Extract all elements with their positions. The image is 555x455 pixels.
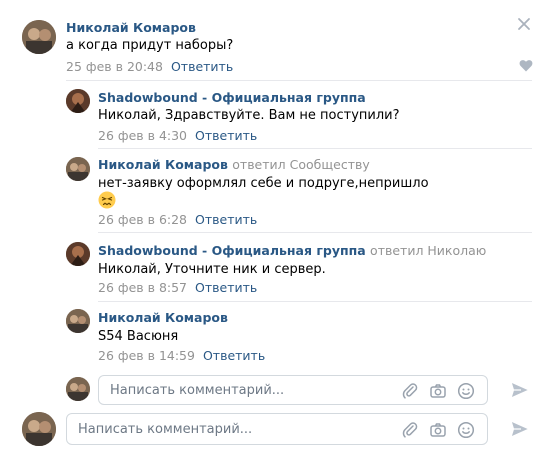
comment-text: а когда придут наборы? xyxy=(66,38,234,53)
separator xyxy=(98,148,532,149)
reply-comment-input[interactable]: Написать комментарий... xyxy=(98,375,488,405)
comment-text: Николай, Уточните ник и сервер. xyxy=(98,262,326,277)
main-comment-input[interactable]: Написать комментарий... xyxy=(66,413,488,445)
separator xyxy=(98,232,532,233)
separator xyxy=(98,301,532,302)
separator xyxy=(66,80,532,81)
paperclip-icon[interactable] xyxy=(401,382,419,400)
send-icon[interactable] xyxy=(509,379,531,401)
comment-author[interactable]: Николай Комаров ответил Сообществу xyxy=(98,157,370,172)
reply-to-label[interactable]: ответил Николаю xyxy=(370,243,486,258)
camera-icon[interactable] xyxy=(429,421,447,439)
persevering-face-emoji-icon xyxy=(98,191,116,209)
reply-link[interactable]: Ответить xyxy=(195,280,257,295)
comment-text: Николай, Здравствуйте. Вам не поступили? xyxy=(98,108,400,123)
smile-icon[interactable] xyxy=(457,421,475,439)
close-icon[interactable] xyxy=(516,16,532,32)
comment-meta: 25 фев в 20:48 Ответить xyxy=(66,59,233,74)
comment-meta: 26 фев в 4:30 Ответить xyxy=(98,128,257,143)
reply-link[interactable]: Ответить xyxy=(203,348,265,363)
smile-icon[interactable] xyxy=(457,382,475,400)
comment-date[interactable]: 25 фев в 20:48 xyxy=(66,59,163,74)
comment-text: S54 Васюня xyxy=(98,329,179,344)
reply-link[interactable]: Ответить xyxy=(195,212,257,227)
comment-author[interactable]: Николай Комаров xyxy=(66,20,196,35)
camera-icon[interactable] xyxy=(429,382,447,400)
comment-text: нет-заявку оформлял себе и подруге,непри… xyxy=(98,176,429,191)
comment-date[interactable]: 26 фев в 14:59 xyxy=(98,348,195,363)
reply-to-label[interactable]: ответил Сообществу xyxy=(232,157,369,172)
comment-meta: 26 фев в 6:28 Ответить xyxy=(98,212,257,227)
comment-author[interactable]: Shadowbound - Официальная группа xyxy=(98,90,366,105)
main-comment-placeholder: Написать комментарий... xyxy=(78,422,253,437)
avatar[interactable] xyxy=(66,89,90,113)
send-icon[interactable] xyxy=(509,418,531,440)
comment-date[interactable]: 26 фев в 6:28 xyxy=(98,212,187,227)
heart-icon[interactable] xyxy=(519,59,533,72)
avatar[interactable] xyxy=(22,20,56,54)
comment-meta: 26 фев в 8:57 Ответить xyxy=(98,280,257,295)
avatar[interactable] xyxy=(66,309,90,333)
avatar xyxy=(66,377,90,401)
reply-link[interactable]: Ответить xyxy=(195,128,257,143)
comment-date[interactable]: 26 фев в 4:30 xyxy=(98,128,187,143)
avatar xyxy=(22,412,56,446)
paperclip-icon[interactable] xyxy=(401,421,419,439)
comment-author[interactable]: Николай Комаров xyxy=(98,310,228,325)
reply-comment-placeholder: Написать комментарий... xyxy=(110,383,285,398)
comment-date[interactable]: 26 фев в 8:57 xyxy=(98,280,187,295)
reply-link[interactable]: Ответить xyxy=(171,59,233,74)
comment-meta: 26 фев в 14:59 Ответить xyxy=(98,348,265,363)
comment-author[interactable]: Shadowbound - Официальная группа ответил… xyxy=(98,243,486,258)
avatar[interactable] xyxy=(66,242,90,266)
avatar[interactable] xyxy=(66,157,90,181)
